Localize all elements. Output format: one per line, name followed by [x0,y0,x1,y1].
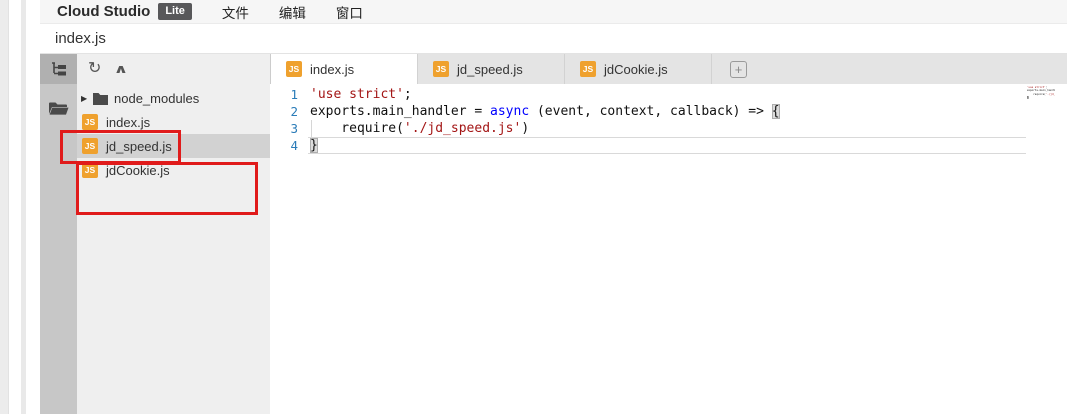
activity-bar [40,54,77,414]
line-number: 1 [270,86,308,103]
code-token: (event, context, callback) => [529,104,772,119]
code-token: require( [1027,93,1046,96]
line-number: 4 [270,137,308,154]
explorer-view-button[interactable] [40,54,77,84]
code-lines: 'use strict';exports.main_handler = asyn… [310,86,1027,154]
tab-label: index.js [310,62,354,77]
code-line: 'use strict'; [310,86,1027,103]
minimap[interactable]: 'use strict';exports.main_handler = asyn… [1027,86,1055,102]
js-file-icon: JS [580,61,596,77]
code-line: } [310,137,1027,154]
line-number: 2 [270,103,308,120]
minimap-line: } [1027,96,1055,99]
new-tab-cell: + [712,54,747,84]
tree-item-label: node_modules [114,91,199,106]
tab-strip: JS index.js JS jd_speed.js JS jdCookie.js [271,54,712,84]
annotation-box-jdcookie [76,162,258,215]
explorer-toolbar: ↻ ∧ [77,54,270,84]
code-token: } [310,138,318,153]
code-token: require( [310,121,404,136]
open-file-title: index.js [55,30,106,47]
open-folder-icon [48,100,69,116]
code-line: require('./jd_speed.js') [310,120,1027,137]
code-token: './jd_speed.js' [1046,93,1055,96]
title-bar: index.js [40,24,1067,54]
line-number-gutter: 1234 [270,86,308,154]
collapse-all-icon[interactable]: ∧ [114,63,129,75]
minimap-line: require('./jd_speed.js') [1027,93,1055,96]
tab-index-js[interactable]: JS index.js [271,54,418,84]
code-editor[interactable]: 1234 'use strict';exports.main_handler =… [270,84,1067,414]
new-tab-button[interactable]: + [730,61,747,78]
app-logo: Cloud Studio [57,3,150,20]
tab-label: jd_speed.js [457,62,523,77]
code-token: } [1027,96,1029,99]
menu-item-edit[interactable]: 编辑 [279,2,306,22]
open-folder-button[interactable] [40,93,77,123]
tree-item-label: index.js [106,115,150,130]
refresh-icon[interactable]: ↻ [88,61,101,77]
annotation-box-jd-speed [60,130,181,164]
page-left-divider [21,0,26,414]
expander-icon[interactable]: ▶ [81,94,90,103]
tree-item-node-modules[interactable]: ▶ node_modules [77,86,270,110]
tab-jd-speed-js[interactable]: JS jd_speed.js [418,54,565,84]
menu-bar: Cloud Studio Lite 文件 编辑 窗口 [40,0,1067,24]
file-explorer-panel: ↻ ∧ ▶node_modulesJSindex.jsJSjd_speed.js… [77,54,270,414]
menu-item-file[interactable]: 文件 [222,2,249,22]
js-file-icon: JS [82,114,98,130]
editor-tab-bar: JS index.js JS jd_speed.js JS jdCookie.js + [270,54,1067,84]
tab-jdcookie-js[interactable]: JS jdCookie.js [565,54,712,84]
js-file-icon: JS [433,61,449,77]
code-token: { [772,104,780,119]
code-token: 'use strict' [310,87,404,102]
js-file-icon: JS [286,61,302,77]
code-line: exports.main_handler = async (event, con… [310,103,1027,120]
code-token: ; [404,87,412,102]
code-token: async [490,104,529,119]
code-token: ) [521,121,529,136]
tab-label: jdCookie.js [604,62,668,77]
menubar-items: 文件 编辑 窗口 [192,2,363,22]
page-left-margin-strip [0,0,9,414]
line-number: 3 [270,120,308,137]
lite-badge: Lite [158,3,192,19]
code-token: './jd_speed.js' [404,121,521,136]
folder-icon [93,92,108,105]
code-token: exports.main_handler = [310,104,490,119]
tree-view-icon [50,61,68,77]
menu-item-window[interactable]: 窗口 [336,2,363,22]
